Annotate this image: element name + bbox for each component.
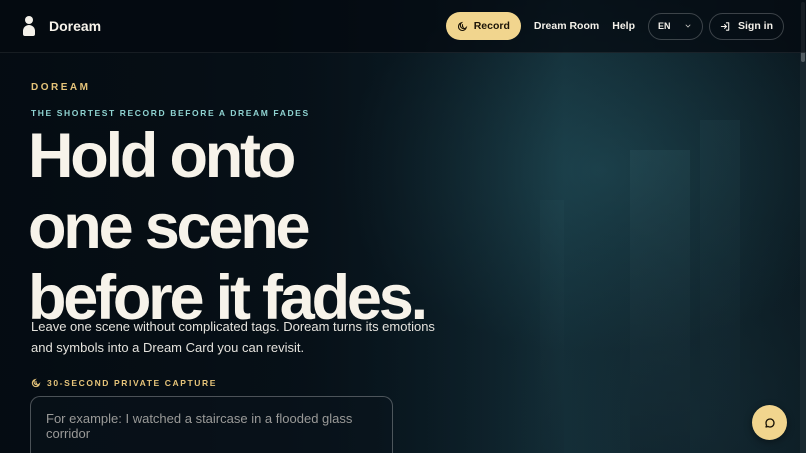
dream-scene-input-placeholder: For example: I watched a staircase in a … xyxy=(46,411,353,441)
nav-link-dream-room[interactable]: Dream Room xyxy=(534,20,599,32)
main-nav: Record Dream Room Help EN Sign in xyxy=(445,12,784,40)
moon-icon xyxy=(457,21,467,31)
headline-line-2: one scene xyxy=(28,192,311,262)
brand[interactable]: Doream xyxy=(21,16,101,36)
nav-link-help[interactable]: Help xyxy=(612,20,635,32)
login-icon xyxy=(720,21,730,31)
page-scrollbar[interactable] xyxy=(800,0,806,453)
record-button-label: Record xyxy=(473,20,510,32)
dream-scene-input[interactable]: For example: I watched a staircase in a … xyxy=(30,396,393,453)
sign-in-button[interactable]: Sign in xyxy=(709,12,784,40)
hero-description: Leave one scene without complicated tags… xyxy=(31,319,435,355)
chat-button[interactable] xyxy=(752,405,787,440)
capture-label-text: 30-SECOND PRIVATE CAPTURE xyxy=(47,378,218,388)
capture-label: 30-SECOND PRIVATE CAPTURE xyxy=(31,378,217,388)
language-value: EN xyxy=(658,21,671,31)
hero-tagline: THE SHORTEST RECORD BEFORE A DREAM FADES xyxy=(31,108,310,118)
brand-name: Doream xyxy=(49,18,102,34)
hero-headline: Hold onto one scene before it fades. xyxy=(28,121,498,334)
dreamer-logo-icon xyxy=(21,16,37,36)
chevron-down-icon xyxy=(685,24,691,28)
sign-in-label: Sign in xyxy=(738,20,773,32)
headline-line-1: Hold onto xyxy=(28,121,296,191)
top-navigation-bar: Doream Record Dream Room Help EN Sign in xyxy=(0,0,806,53)
record-button[interactable]: Record xyxy=(445,12,521,40)
chat-bubble-icon xyxy=(764,417,775,428)
language-select[interactable]: EN xyxy=(648,12,703,40)
moon-icon xyxy=(31,378,41,388)
hero-eyebrow: DOREAM xyxy=(31,82,91,93)
